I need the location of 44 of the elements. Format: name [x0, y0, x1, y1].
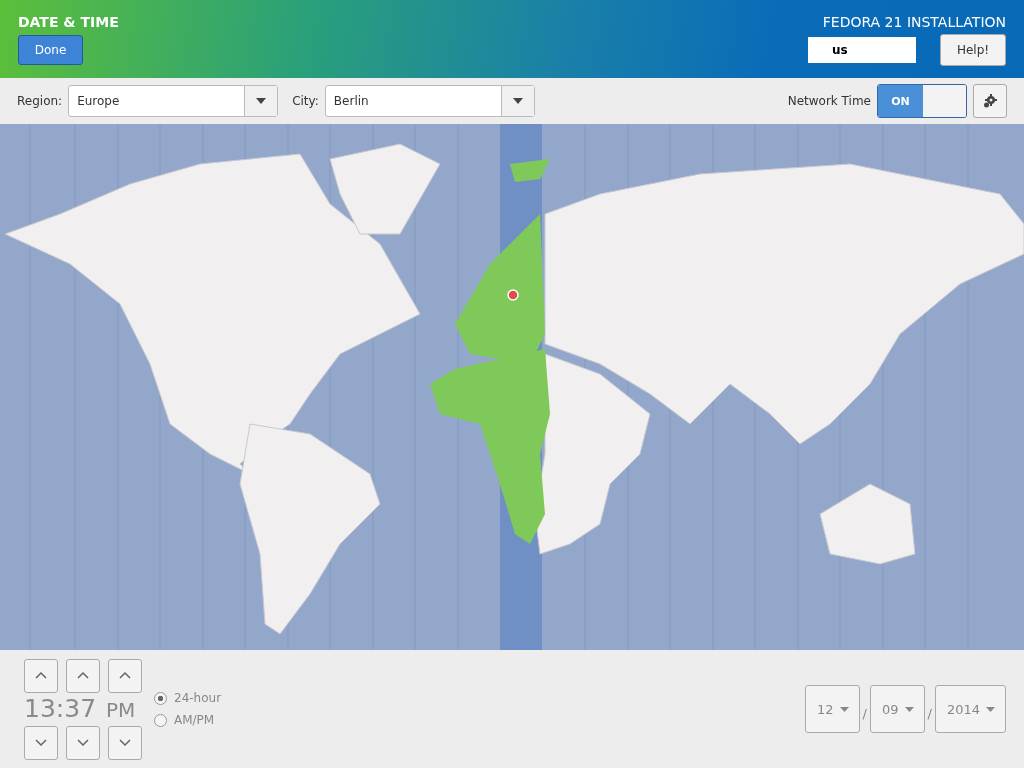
chevron-down-icon [77, 739, 89, 746]
decrement-button[interactable] [24, 725, 58, 760]
date-dropdown[interactable]: 09 [869, 685, 925, 733]
done-button[interactable]: Done [18, 35, 83, 65]
city-label: City: [292, 94, 319, 108]
help-button[interactable]: Help! [940, 34, 1006, 66]
chevron-down-icon [119, 739, 131, 746]
dropdown-arrow-icon [512, 98, 523, 104]
city-dropdown[interactable]: Berlin [324, 85, 535, 117]
settings-icon [983, 94, 997, 108]
time-format-option[interactable]: 24-hour [154, 691, 222, 705]
time-format-option[interactable]: AM/PM [154, 713, 222, 727]
dropdown-arrow-icon [986, 706, 995, 712]
time-hours: 13 [24, 693, 56, 723]
increment-button[interactable] [66, 658, 100, 693]
radio-button[interactable] [154, 691, 167, 705]
time-minutes: 37 [64, 693, 97, 723]
dropdown-arrow-icon [839, 706, 849, 712]
chevron-up-icon [119, 672, 131, 679]
chevron-up-icon [35, 672, 47, 679]
date-separator: / [862, 706, 867, 723]
decrement-button[interactable] [108, 725, 142, 760]
time-separator: : [55, 693, 65, 723]
increment-button[interactable] [24, 658, 58, 693]
region-label: Region: [17, 94, 63, 108]
dropdown-arrow-icon [904, 706, 914, 712]
chevron-down-icon [35, 739, 47, 746]
world-map-drawing[interactable] [0, 124, 1024, 650]
product-title: FEDORA 21 INSTALLATION [822, 14, 1006, 30]
network-time-label: Network Time [787, 94, 871, 108]
settings-button[interactable] [973, 84, 1007, 118]
network-time-switch[interactable]: ON [877, 84, 967, 118]
date-separator: / [927, 706, 932, 723]
increment-button[interactable] [108, 658, 142, 693]
decrement-button[interactable] [66, 725, 100, 760]
dropdown-arrow-icon [256, 98, 267, 104]
keyboard-layout-indicator[interactable]: us [808, 37, 916, 63]
time-period: PM [106, 697, 136, 722]
page-title: DATE & TIME [18, 14, 119, 30]
date-dropdown[interactable]: 12 [805, 685, 860, 733]
chevron-up-icon [77, 672, 89, 679]
radio-button[interactable] [154, 713, 167, 727]
date-dropdown[interactable]: 2014 [934, 685, 1006, 733]
region-dropdown[interactable]: Europe [68, 85, 279, 117]
